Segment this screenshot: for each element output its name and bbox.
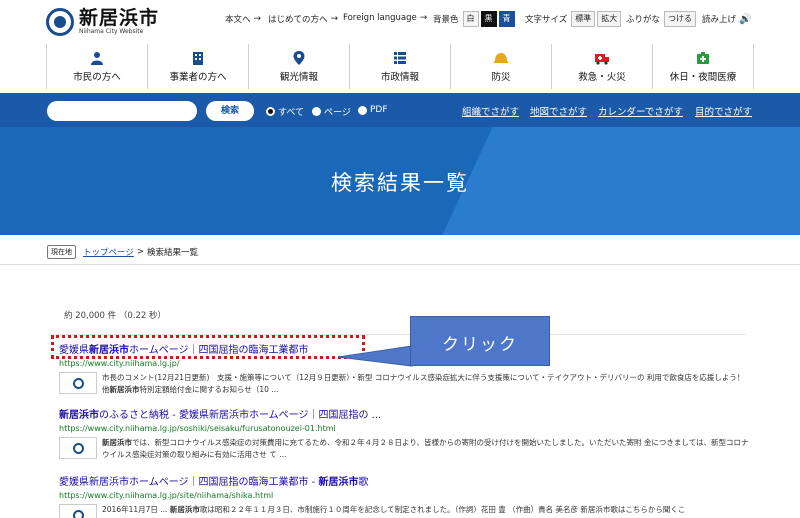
skip-to-content-link[interactable]: 本文へ → — [225, 13, 261, 25]
city-emblem-icon — [72, 442, 84, 454]
search-by-purpose-link[interactable]: 目的でさがす — [695, 104, 752, 118]
result-count: 約 20,000 件 （0.22 秒） — [64, 311, 166, 321]
bg-black-button[interactable]: 黒 — [480, 11, 497, 27]
font-size-selector: 文字サイズ 標準 拡大 — [525, 11, 622, 27]
search-bar: 検索 すべて ページ PDF 組織でさがす 地図でさがす カレンダーでさがす 目… — [0, 93, 800, 127]
breadcrumb-current: 検索結果一覧 — [146, 248, 198, 258]
result-snippet: 市長のコメント(12月21日更新) 支援・施策等について（12月９日更新）・新型… — [102, 373, 745, 394]
highlight-box — [51, 335, 365, 359]
page-title: 検索結果一覧 — [331, 171, 469, 195]
breadcrumb-separator: > — [136, 247, 144, 257]
radio-unselected-icon — [312, 107, 321, 116]
breadcrumb-top-link[interactable]: トップページ — [83, 246, 134, 258]
result-url: https://www.city.niihama.lg.jp/soshiki/s… — [59, 424, 336, 433]
hero-banner: 検索結果一覧 — [0, 127, 800, 235]
nav-holiday-night-medical[interactable]: 休日・夜間医療 — [652, 44, 754, 89]
breadcrumb: 現在地 トップページ > 検索結果一覧 — [47, 245, 198, 259]
radio-selected-icon — [266, 107, 275, 116]
result-thumbnail — [59, 504, 97, 518]
radio-all[interactable]: すべて — [266, 105, 304, 118]
person-icon — [91, 51, 103, 65]
result-thumbnail — [59, 372, 97, 394]
nav-citizens[interactable]: 市民の方へ — [46, 44, 147, 89]
radio-page[interactable]: ページ — [312, 105, 351, 118]
section-divider — [0, 264, 800, 265]
bg-blue-button[interactable]: 青 — [498, 11, 515, 27]
furigana-selector: ふりがな つける — [626, 11, 697, 27]
search-by-organization-link[interactable]: 組織でさがす — [462, 104, 519, 118]
result-thumbnail — [59, 437, 97, 459]
arrow-right-icon: → — [419, 13, 428, 23]
nav-emergency-fire[interactable]: 救急・火災 — [551, 44, 652, 89]
background-color-selector: 背景色 白 黒 青 — [433, 11, 515, 27]
result-url: https://www.city.niihama.lg.jp/site/niih… — [59, 491, 274, 500]
city-emblem-icon — [72, 509, 84, 518]
result-snippet: 新居浜市では、新型コロナウイルス感染症の対策費用に充てるため、令和２年４月２８日… — [102, 438, 749, 459]
medical-icon — [697, 51, 709, 64]
speaker-icon: 🔊 — [739, 13, 752, 25]
font-standard-button[interactable]: 標準 — [571, 11, 596, 27]
read-aloud-button[interactable]: 読み上げ 🔊 — [702, 13, 752, 26]
main-nav: 市民の方へ 事業者の方へ 観光情報 市政情報 防災 救急・火災 休日・夜間医療 — [46, 44, 754, 89]
bg-white-button[interactable]: 白 — [462, 11, 479, 27]
search-button[interactable]: 検索 — [206, 101, 254, 121]
search-result: 愛媛県新居浜市ホームページ｜四国屈指の臨海工業都市 - 新居浜市歌 https:… — [59, 476, 749, 518]
search-by-map-link[interactable]: 地図でさがす — [530, 104, 587, 118]
search-by-calendar-link[interactable]: カレンダーでさがす — [598, 104, 683, 118]
nav-tourism[interactable]: 観光情報 — [248, 44, 349, 89]
radio-pdf[interactable]: PDF — [358, 105, 388, 115]
current-location-tag: 現在地 — [47, 245, 76, 259]
logo-title: 新居浜市 — [79, 7, 160, 29]
result-title-link[interactable]: 新居浜市のふるさと納税 - 愛媛県新居浜市ホームページ｜四国屈指の ... — [59, 409, 749, 422]
site-header: 新居浜市 Niihama City Website 本文へ → はじめての方へ → … — [0, 0, 800, 44]
building-icon — [193, 51, 203, 65]
list-icon — [394, 51, 406, 64]
map-pin-icon — [293, 50, 305, 65]
city-emblem-icon — [72, 377, 84, 389]
search-input[interactable] — [47, 101, 197, 121]
result-snippet: 2016年11月7日 ... 新居浜市歌は昭和２２年１１月３日、市制施行１０周年… — [102, 505, 686, 514]
ambulance-icon — [595, 53, 609, 65]
result-title-link[interactable]: 愛媛県新居浜市ホームページ｜四国屈指の臨海工業都市 - 新居浜市歌 — [59, 476, 749, 489]
first-time-link[interactable]: はじめての方へ → — [268, 13, 338, 25]
city-emblem-icon — [46, 8, 74, 36]
callout-label: クリック — [442, 335, 518, 355]
furigana-on-button[interactable]: つける — [664, 11, 697, 27]
foreign-language-link[interactable]: Foreign language → — [343, 13, 427, 23]
radio-unselected-icon — [358, 105, 367, 115]
nav-city-government[interactable]: 市政情報 — [349, 44, 450, 89]
nav-disaster-prevention[interactable]: 防災 — [450, 44, 551, 89]
logo-subtitle: Niihama City Website — [79, 28, 144, 35]
arrow-right-icon: → — [330, 14, 339, 24]
site-logo[interactable]: 新居浜市 Niihama City Website — [46, 8, 159, 36]
nav-business[interactable]: 事業者の方へ — [147, 44, 248, 89]
helmet-icon — [494, 52, 508, 63]
callout-pointer — [338, 345, 413, 367]
arrow-right-icon: → — [253, 14, 262, 24]
font-large-button[interactable]: 拡大 — [597, 11, 622, 27]
search-result: 新居浜市のふるさと納税 - 愛媛県新居浜市ホームページ｜四国屈指の ... ht… — [59, 409, 749, 461]
